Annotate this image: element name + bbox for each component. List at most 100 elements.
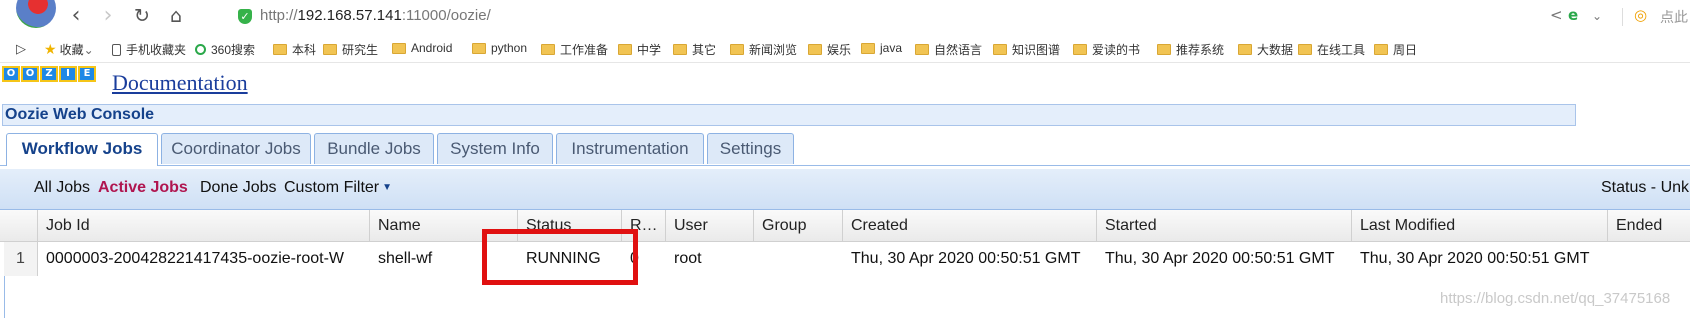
console-title: Oozie Web Console — [2, 104, 1576, 126]
back-icon[interactable]: ‹ — [64, 4, 88, 28]
bookmark-label: 手机收藏夹 — [126, 43, 187, 57]
bookmark-item[interactable]: 手机收藏夹 — [112, 41, 186, 58]
tab-bundle-jobs[interactable]: Bundle Jobs — [314, 133, 434, 164]
row-number: 1 — [4, 242, 38, 276]
folder-icon — [1238, 44, 1252, 55]
tab-system-info[interactable]: System Info — [437, 133, 553, 164]
custom-filter-button[interactable]: Custom Filter ▼ — [284, 179, 392, 197]
bookmark-item[interactable]: 爱读的书 — [1073, 41, 1140, 58]
bookmark-item[interactable]: ★ 收藏 ⌄ — [44, 41, 94, 58]
folder-icon — [1298, 44, 1312, 55]
logo-letter: Z — [40, 66, 58, 82]
done-jobs-button[interactable]: Done Jobs — [200, 179, 277, 197]
logo-letter: E — [78, 66, 96, 82]
folder-icon — [273, 44, 287, 55]
bookmark-label: 研究生 — [342, 43, 379, 57]
bookmark-item[interactable]: 新闻浏览 — [730, 41, 797, 58]
home-icon[interactable]: ⌂ — [164, 4, 188, 28]
bookmark-item[interactable]: 工作准备 — [541, 41, 608, 58]
bookmark-label: 收藏 — [59, 43, 84, 57]
folder-icon — [472, 42, 486, 54]
bookmark-item[interactable]: 360搜索 — [195, 41, 255, 58]
url-host: 192.168.57.141 — [297, 7, 402, 24]
bookmark-label: 自然语言 — [934, 43, 983, 57]
oozie-logo: O O Z I E — [2, 66, 97, 82]
bookmark-item[interactable]: 自然语言 — [915, 41, 982, 58]
search-placeholder[interactable]: 点此 — [1660, 7, 1688, 27]
logo-letter: I — [59, 66, 77, 82]
column-header-group[interactable]: Group — [754, 210, 843, 241]
url-input[interactable]: http://192.168.57.141:11000/oozie/ — [260, 7, 491, 24]
phone-icon — [112, 43, 121, 56]
table-row[interactable]: 1 0000003-200428221417435-oozie-root-W s… — [0, 242, 1690, 276]
tab-coordinator-jobs[interactable]: Coordinator Jobs — [161, 133, 311, 164]
bookmark-item[interactable]: 周日 — [1374, 41, 1417, 58]
column-header-user[interactable]: User — [666, 210, 754, 241]
folder-icon — [1157, 44, 1171, 55]
column-header-ended[interactable]: Ended — [1608, 210, 1690, 241]
column-header-last-modified[interactable]: Last Modified — [1352, 210, 1608, 241]
created-cell: Thu, 30 Apr 2020 00:50:51 GMT — [851, 250, 1081, 267]
bookmark-label: 中学 — [637, 43, 662, 57]
folder-icon — [323, 44, 337, 55]
column-header-started[interactable]: Started — [1097, 210, 1352, 241]
highlight-annotation-box — [482, 229, 638, 285]
bookmark-label: 本科 — [292, 43, 317, 57]
caret-down-icon: ▼ — [382, 182, 393, 193]
share-icon[interactable]: < — [1550, 6, 1563, 24]
started-cell: Thu, 30 Apr 2020 00:50:51 GMT — [1105, 250, 1335, 267]
search-icon[interactable]: ◎ — [1634, 6, 1647, 24]
bookmark-label: 新闻浏览 — [749, 43, 798, 57]
bookmark-item[interactable]: python — [472, 41, 527, 55]
last-modified-cell: Thu, 30 Apr 2020 00:50:51 GMT — [1360, 250, 1590, 267]
reload-icon[interactable]: ↻ — [130, 4, 154, 28]
folder-icon — [392, 42, 406, 54]
bookmark-item[interactable]: 本科 — [273, 41, 316, 58]
forward-icon[interactable]: › — [96, 4, 120, 28]
folder-icon — [1073, 44, 1087, 55]
bookmark-item[interactable]: java — [861, 41, 902, 55]
folder-icon — [673, 44, 687, 55]
column-header-created[interactable]: Created — [843, 210, 1097, 241]
bookmark-item[interactable]: 娱乐 — [808, 41, 851, 58]
active-jobs-button[interactable]: Active Jobs — [98, 179, 188, 197]
bookmark-item[interactable]: 知识图谱 — [993, 41, 1060, 58]
folder-icon — [993, 44, 1007, 55]
bookmark-item[interactable]: 大数据 — [1238, 41, 1293, 58]
all-jobs-button[interactable]: All Jobs — [34, 179, 90, 197]
tab-workflow-jobs[interactable]: Workflow Jobs — [6, 133, 158, 166]
bookmark-item[interactable]: 其它 — [673, 41, 716, 58]
bookmark-label: 其它 — [692, 43, 717, 57]
jobs-filter-toolbar: All Jobs Active Jobs Done Jobs Custom Fi… — [0, 169, 1690, 210]
bookmark-item[interactable]: 研究生 — [323, 41, 378, 58]
bookmark-item[interactable]: 中学 — [618, 41, 661, 58]
bookmark-label: 大数据 — [1257, 43, 1294, 57]
tab-instrumentation[interactable]: Instrumentation — [556, 133, 704, 164]
bookmark-item[interactable]: 在线工具 — [1298, 41, 1365, 58]
bookmark-label: 工作准备 — [560, 43, 609, 57]
grid-header: Job Id Name Status R… User Group Created… — [0, 210, 1690, 242]
ie-icon[interactable]: e — [1568, 6, 1578, 24]
folder-icon — [541, 44, 555, 55]
bookmark-item[interactable]: 推荐系统 — [1157, 41, 1224, 58]
bookmark-label: 推荐系统 — [1176, 43, 1225, 57]
column-header-job-id[interactable]: Job Id — [38, 210, 370, 241]
tab-settings[interactable]: Settings — [707, 133, 794, 164]
tab-strip: Workflow Jobs Coordinator Jobs Bundle Jo… — [0, 130, 1690, 166]
bookmark-label: Android — [411, 41, 453, 55]
url-scheme: http:// — [260, 7, 298, 24]
chevron-down-icon[interactable]: ⌄ — [1592, 9, 1602, 23]
documentation-link[interactable]: Documentation — [112, 70, 248, 96]
shield-icon: ✓ — [238, 9, 252, 24]
chevron-down-icon: ⌄ — [83, 42, 94, 57]
browser-address-bar: ‹ › ↻ ⌂ ✓ http://192.168.57.141:11000/oo… — [0, 0, 1690, 32]
folder-icon — [915, 44, 929, 55]
bookmark-label: 爱读的书 — [1092, 43, 1141, 57]
logo-letter: O — [21, 66, 39, 82]
group-cell — [754, 242, 843, 276]
sidebar-toggle-icon[interactable]: ▷ — [16, 41, 26, 57]
job-id-cell[interactable]: 0000003-200428221417435-oozie-root-W — [38, 242, 370, 276]
bookmark-item[interactable]: Android — [392, 41, 452, 55]
address-divider — [1622, 8, 1623, 26]
folder-icon — [730, 44, 744, 55]
